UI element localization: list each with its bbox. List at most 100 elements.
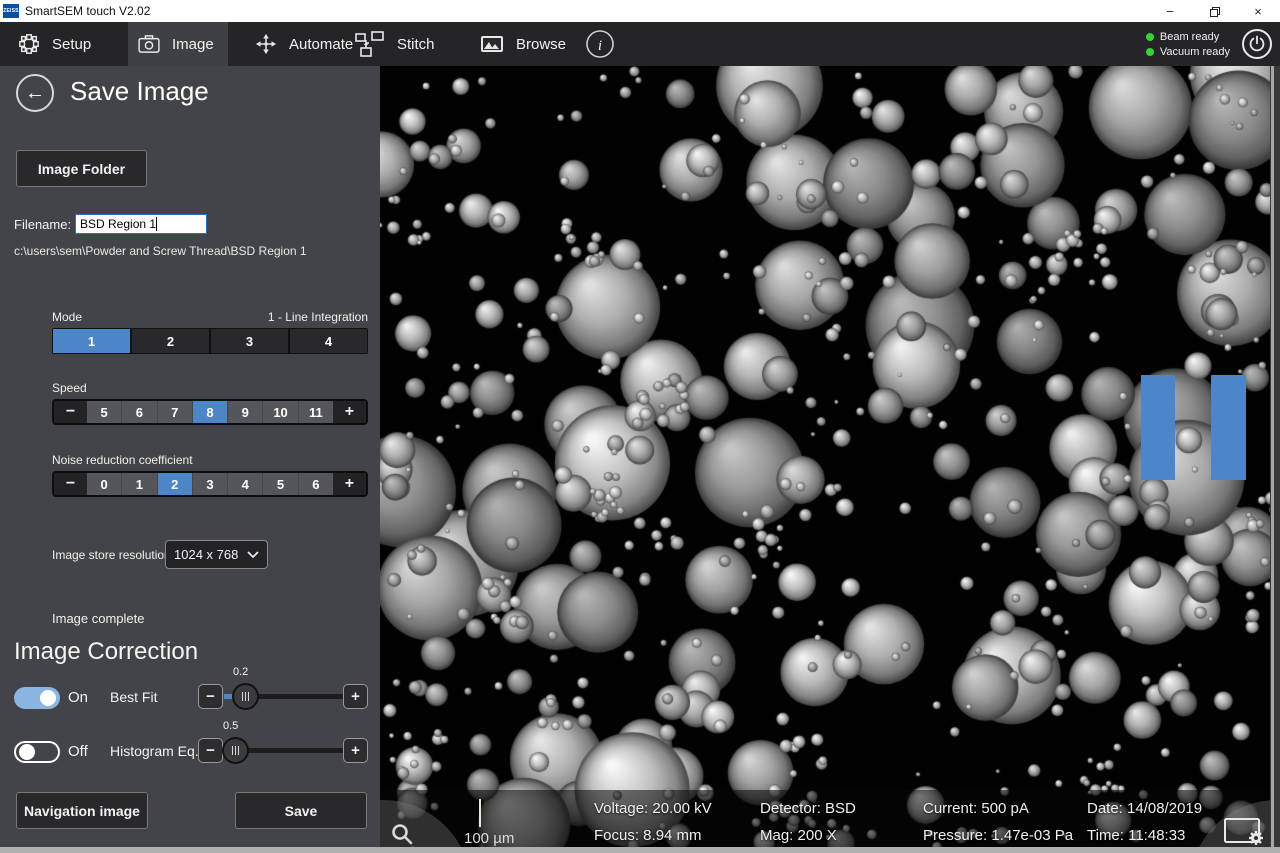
noise-decrease-button[interactable]: − [54,473,87,495]
mode-option-4[interactable]: 4 [290,329,367,353]
noise-option-1[interactable]: 1 [121,473,156,495]
move-arrows-icon [255,33,277,55]
pause-indicator-right-bar[interactable] [1211,375,1246,480]
page-title: Save Image [70,76,209,107]
navigation-image-button[interactable]: Navigation image [16,792,148,829]
speed-option-5[interactable]: 5 [87,401,121,423]
mag-readout: Mag: 200 X [760,827,837,844]
vacuum-ready-dot-icon [1146,48,1154,56]
svg-text:i: i [598,38,602,54]
noise-selector: − 0 1 2 3 4 5 6 + [52,471,368,497]
window-bottom-edge [0,847,1280,853]
best-fit-value: 0.2 [233,666,248,678]
filename-field-wrap [75,214,207,234]
noise-option-5[interactable]: 5 [262,473,297,495]
smartsem-window: ZEISS SmartSEM touch V2.02 − × Setup [0,0,1280,853]
window-title: SmartSEM touch V2.02 [25,4,150,18]
tab-setup[interactable]: Setup [8,22,101,66]
setup-dots-icon [18,33,40,55]
info-button[interactable]: i [575,22,625,66]
sem-image [380,66,1270,853]
filename-input[interactable] [76,215,206,233]
power-button[interactable] [1242,29,1272,59]
time-readout: Time: 11:48:33 [1087,827,1185,844]
noise-label: Noise reduction coefficient [52,453,193,467]
pause-indicator-left-bar[interactable] [1141,375,1175,480]
vacuum-ready-label: Vacuum ready [1160,46,1230,58]
tab-image-label: Image [172,36,214,53]
image-complete-status: Image complete [52,611,145,626]
pressure-readout: Pressure: 1.47e-03 Pa [923,827,1073,844]
back-button[interactable]: ← [16,74,54,112]
nav-bar: Setup Image Automate [0,22,1280,66]
speed-increase-button[interactable]: + [333,401,366,423]
noise-option-4[interactable]: 4 [227,473,262,495]
histogram-slider-thumb[interactable] [222,737,249,764]
best-fit-label: Best Fit [110,689,157,705]
magnifier-icon [390,822,414,846]
noise-increase-button[interactable]: + [333,473,366,495]
speed-decrease-button[interactable]: − [54,401,87,423]
speed-option-9[interactable]: 9 [227,401,262,423]
speed-option-10[interactable]: 10 [262,401,297,423]
tab-image[interactable]: Image [128,22,228,66]
tab-stitch[interactable]: Stitch [345,22,445,66]
tab-setup-label: Setup [52,36,91,53]
beam-status: Beam ready [1146,31,1230,43]
tab-browse[interactable]: Browse [470,22,576,66]
histogram-decrease-button[interactable]: − [198,738,223,763]
speed-option-11[interactable]: 11 [298,401,333,423]
scale-bar-label: 100 µm [464,830,514,847]
noise-option-2[interactable]: 2 [157,473,192,495]
best-fit-increase-button[interactable]: + [343,684,368,709]
minimize-button[interactable]: − [1148,0,1192,22]
speed-option-7[interactable]: 7 [157,401,192,423]
power-icon [1248,35,1266,53]
image-folder-button[interactable]: Image Folder [16,150,147,187]
histogram-toggle[interactable] [14,741,60,763]
chevron-down-icon [247,551,259,559]
mode-option-1[interactable]: 1 [53,329,130,353]
scrollbar-thumb[interactable] [1271,66,1274,847]
zeiss-logo-icon: ZEISS [3,4,19,18]
title-bar: ZEISS SmartSEM touch V2.02 − × [0,0,1280,22]
vacuum-status: Vacuum ready [1146,46,1230,58]
speed-option-8[interactable]: 8 [192,401,227,423]
sem-viewport: 100 µm Voltage: 20.00 kV Focus: 8.94 mm … [380,66,1280,853]
restore-icon [1210,7,1219,16]
restore-button[interactable] [1192,0,1236,22]
speed-option-6[interactable]: 6 [121,401,156,423]
best-fit-slider-thumb[interactable] [232,683,259,710]
focus-readout: Focus: 8.94 mm [594,827,702,844]
tab-browse-label: Browse [516,36,566,53]
image-status-bar: 100 µm Voltage: 20.00 kV Focus: 8.94 mm … [380,790,1270,847]
filename-label: Filename: [14,217,71,232]
toggle-knob [19,744,35,760]
best-fit-decrease-button[interactable]: − [198,684,223,709]
resolution-label: Image store resolution [52,548,171,562]
machine-status: Beam ready Vacuum ready [1146,22,1230,66]
back-arrow-icon: ← [25,82,45,105]
mode-option-2[interactable]: 2 [132,329,209,353]
histogram-value: 0.5 [223,720,238,732]
date-readout: Date: 14/08/2019 [1087,800,1202,817]
noise-option-3[interactable]: 3 [192,473,227,495]
noise-option-0[interactable]: 0 [87,473,121,495]
save-button[interactable]: Save [235,792,367,829]
voltage-readout: Voltage: 20.00 kV [594,800,712,817]
mode-label: Mode [52,310,82,324]
monitor-gear-icon [1223,817,1267,847]
mode-option-3[interactable]: 3 [211,329,288,353]
close-button[interactable]: × [1236,0,1280,22]
resolution-dropdown[interactable]: 1024 x 768 [165,540,268,569]
image-correction-heading: Image Correction [14,638,198,666]
text-caret [156,217,157,231]
image-scrollbar[interactable] [1270,66,1280,847]
picture-icon [480,35,504,53]
mode-selector: 1 2 3 4 [52,328,368,354]
beam-ready-label: Beam ready [1160,31,1219,43]
best-fit-toggle[interactable] [14,687,60,709]
histogram-increase-button[interactable]: + [343,738,368,763]
tab-stitch-label: Stitch [397,36,435,53]
noise-option-6[interactable]: 6 [298,473,333,495]
